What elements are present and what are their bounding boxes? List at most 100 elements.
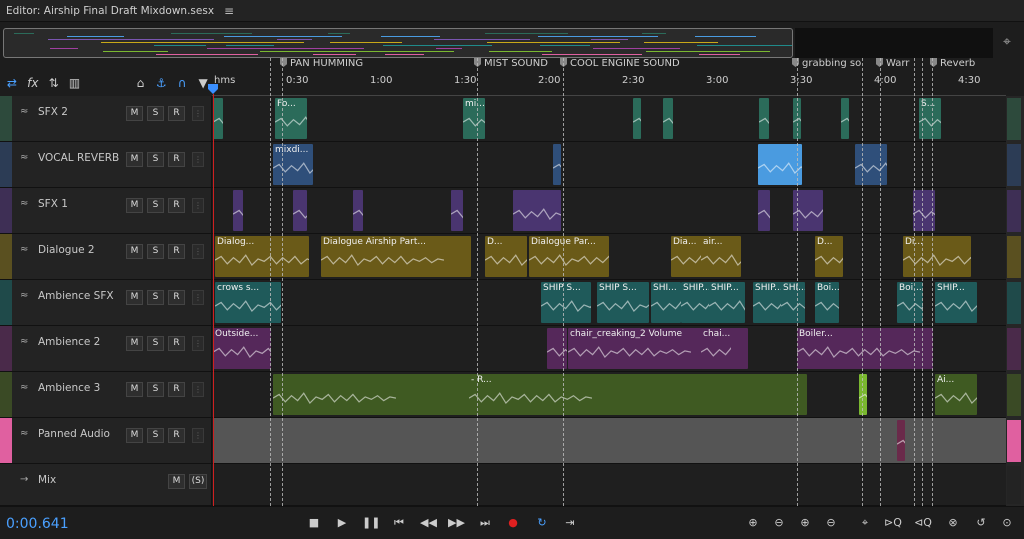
audio-clip[interactable]: Boi... [815,282,839,323]
to-start-icon[interactable]: ⏮ [391,515,407,531]
meter-icon[interactable]: ▥ [66,74,84,92]
zoom-selection-icon[interactable]: ⊗ [944,515,962,531]
hamburger-icon[interactable]: ≡ [224,4,234,18]
zoom-in-point-icon[interactable]: ⊳Q [884,515,902,531]
audio-clip[interactable] [513,190,561,231]
play-icon[interactable]: ▶ [334,515,350,531]
marker-pan-humming[interactable]: PAN HUMMING [280,58,363,69]
zoom-reset-icon[interactable]: ↺ [972,515,990,531]
solo-button[interactable]: S [147,336,164,351]
drag-handle-icon[interactable]: ⋮ [192,198,204,213]
record-arm-button[interactable]: R [168,336,185,351]
audio-clip[interactable]: Dialog... [215,236,309,277]
record-arm-button[interactable]: R [168,152,185,167]
track-header[interactable]: ≈ Panned Audio M S R ⋮ [0,418,212,463]
metronome-icon[interactable]: ⌂ [132,74,150,92]
drag-handle-icon[interactable]: ⋮ [192,290,204,305]
record-arm-button[interactable]: R [168,244,185,259]
track-name[interactable]: Panned Audio [38,428,110,440]
audio-clip[interactable]: chai... [701,328,731,369]
solo-button[interactable]: S [147,382,164,397]
mute-button[interactable]: M [126,428,143,443]
zoom-out-time-icon[interactable]: ⊖ [822,515,840,531]
mute-button[interactable]: M [126,244,143,259]
audio-clip[interactable]: mi... [463,98,485,139]
track-lane[interactable]: crows s... SHIP S... SHIP S... SHI... SHIP..… [213,280,1006,325]
audio-clip[interactable] [859,374,867,415]
audio-clip[interactable] [633,98,641,139]
solo-button[interactable]: S [147,152,164,167]
audio-clip[interactable] [353,190,363,231]
zoom-out-amplitude-icon[interactable]: ⊖ [770,515,788,531]
audio-clip[interactable] [897,420,905,461]
swap-icon[interactable]: ⇄ [3,74,21,92]
audio-clip[interactable]: Dialogue Airship Part... [321,236,471,277]
zoom-tracks-icon[interactable]: ⊙ [998,515,1016,531]
marker-mist-sound[interactable]: MIST SOUND [474,58,548,69]
solo-button[interactable]: S [147,428,164,443]
record-arm-button[interactable]: R [168,198,185,213]
audio-clip[interactable]: mixdi... [273,144,313,185]
drag-handle-icon[interactable]: ⋮ [192,336,204,351]
rewind-icon[interactable]: ◀◀ [420,515,437,531]
audio-clip[interactable] [758,144,802,185]
mute-button[interactable]: M [126,152,143,167]
track-header[interactable]: ≈ SFX 2 M S R ⋮ [0,96,212,141]
mute-button[interactable]: M [126,336,143,351]
fx-icon[interactable]: fx [24,74,42,92]
fast-forward-icon[interactable]: ▶▶ [448,515,465,531]
timecode-display[interactable]: 0:00.641 [6,516,69,532]
audio-clip[interactable] [233,190,243,231]
zoom-out-point-icon[interactable]: ⊲Q [914,515,932,531]
track-lane[interactable]: Outside... chair_creaking_2 Volume chai...… [213,326,1006,371]
audio-clip[interactable]: SHIP S... [597,282,649,323]
track-name[interactable]: SFX 2 [38,106,68,118]
solo-button[interactable]: S [147,198,164,213]
track-header[interactable]: ≈ SFX 1 M S R ⋮ [0,188,212,233]
session-overview[interactable] [3,28,793,58]
to-end-icon[interactable]: ⏭ [477,515,493,531]
audio-clip[interactable] [759,98,769,139]
record-arm-button[interactable]: R [168,382,185,397]
mute-button[interactable]: M [168,474,185,489]
loop-icon[interactable]: ↻ [534,515,550,531]
track-name[interactable]: Dialogue 2 [38,244,95,256]
audio-clip[interactable] [553,144,561,185]
time-ruler[interactable]: hms 0:30 1:00 1:30 2:00 2:30 3:00 3:30 4… [212,72,1006,96]
solo-button[interactable]: S [147,290,164,305]
track-name[interactable]: Ambience 3 [38,382,100,394]
marker-cool-engine-sound[interactable]: COOL ENGINE SOUND [560,58,680,69]
audio-clip[interactable]: SHI... [651,282,681,323]
mute-button[interactable]: M [126,198,143,213]
audio-clip[interactable] [855,144,887,185]
track-name[interactable]: Ambience SFX [38,290,114,302]
zoom-in-time-icon[interactable]: ⊕ [796,515,814,531]
track-name[interactable]: VOCAL REVERB [38,152,119,164]
audio-clip[interactable]: - R... [469,374,807,415]
audio-clip[interactable]: D... [485,236,527,277]
mute-button[interactable]: M [126,106,143,121]
record-arm-button[interactable]: R [168,106,185,121]
record-arm-button[interactable]: R [168,428,185,443]
pause-icon[interactable]: ❚❚ [362,515,380,531]
snap-icon[interactable]: ⚓ [152,74,170,92]
audio-clip[interactable] [663,98,673,139]
track-header[interactable]: ≈ Ambience 2 M S R ⋮ [0,326,212,371]
drag-handle-icon[interactable]: ⋮ [192,152,204,167]
drag-handle-icon[interactable]: ⋮ [192,382,204,397]
audio-clip[interactable]: air... [701,236,741,277]
zoom-in-amplitude-icon[interactable]: ⊕ [744,515,762,531]
track-name[interactable]: Mix [38,474,56,486]
drag-handle-icon[interactable]: ⋮ [192,106,204,121]
track-header[interactable]: ≈ Ambience 3 M S R ⋮ [0,372,212,417]
track-lane[interactable] [213,464,1006,505]
audio-clip[interactable] [213,98,223,139]
solo-button[interactable]: S [147,244,164,259]
solo-button[interactable]: (S) [189,474,207,489]
zoom-full-icon[interactable]: ⌖ [856,515,874,531]
marker-warr[interactable]: Warr [876,58,909,69]
sends-icon[interactable]: ⇅ [45,74,63,92]
audio-clip[interactable]: Outside... [213,328,271,369]
solo-button[interactable]: S [147,106,164,121]
audio-clip[interactable] [293,190,307,231]
